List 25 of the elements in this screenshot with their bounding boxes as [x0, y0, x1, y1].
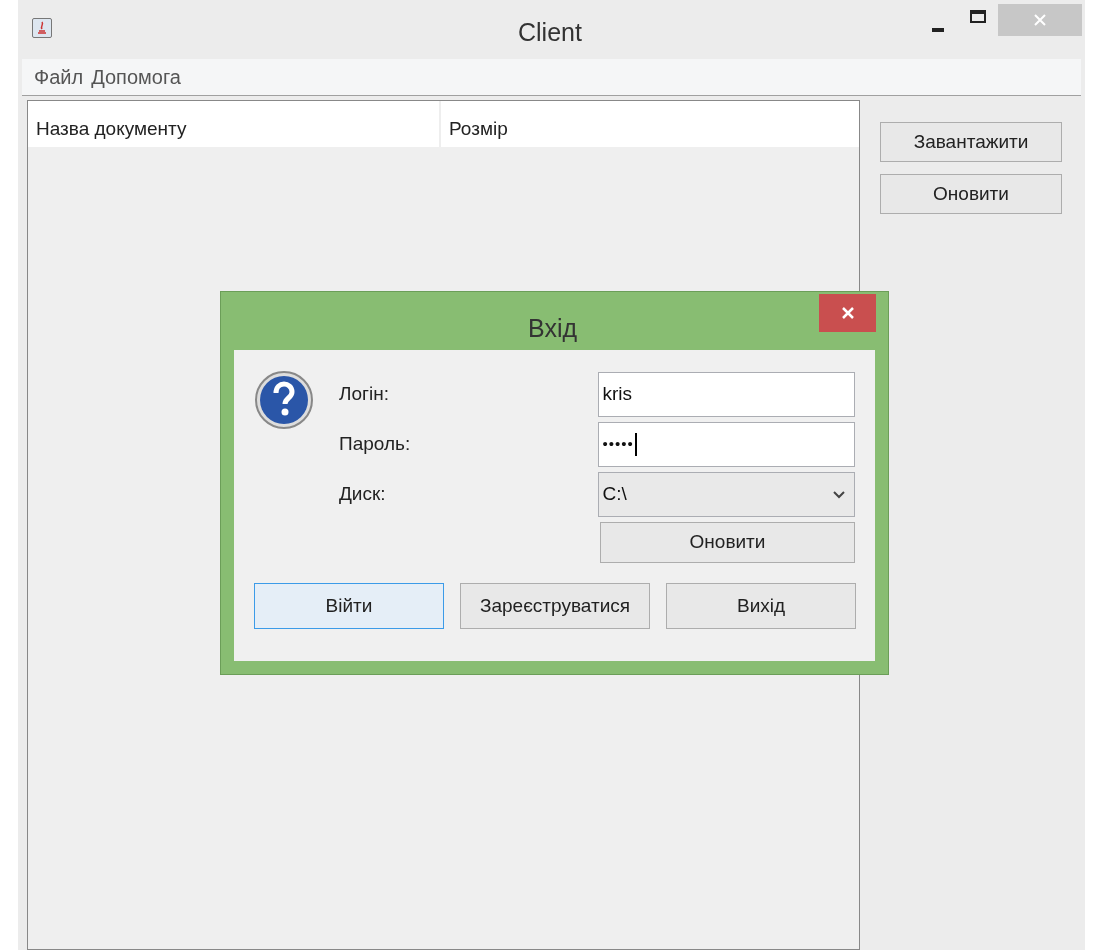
maximize-icon[interactable] — [970, 10, 986, 23]
chevron-down-icon — [833, 490, 845, 499]
side-button[interactable]: Завантажити — [880, 122, 1062, 162]
field-label: Диск: — [339, 482, 387, 507]
field-label: Логін: — [339, 382, 390, 407]
dialog-title: Вхід — [528, 313, 578, 344]
menu-item[interactable]: Файл — [34, 61, 84, 92]
side-button[interactable]: Оновити — [880, 174, 1062, 214]
app-icon — [32, 18, 52, 39]
disk-dropdown[interactable]: C:\ — [598, 472, 855, 517]
menu-item[interactable]: Допомога — [91, 61, 181, 92]
dialog-button[interactable]: Війти — [254, 583, 444, 629]
column-header[interactable]: Розмір — [441, 101, 859, 147]
field-label: Пароль: — [339, 432, 412, 457]
column-header[interactable]: Назва документу — [28, 101, 441, 147]
close-button[interactable] — [819, 294, 876, 332]
refresh-button[interactable]: Оновити — [600, 522, 855, 563]
password-field[interactable]: ••••• — [598, 422, 855, 467]
close-icon — [840, 306, 855, 320]
window-title: Client — [518, 17, 582, 48]
question-icon — [254, 370, 314, 430]
dialog-button[interactable]: Зареєструватися — [460, 583, 650, 629]
dialog-button[interactable]: Вихід — [666, 583, 856, 629]
login-field[interactable]: kris — [598, 372, 855, 417]
close-icon — [1034, 14, 1046, 26]
